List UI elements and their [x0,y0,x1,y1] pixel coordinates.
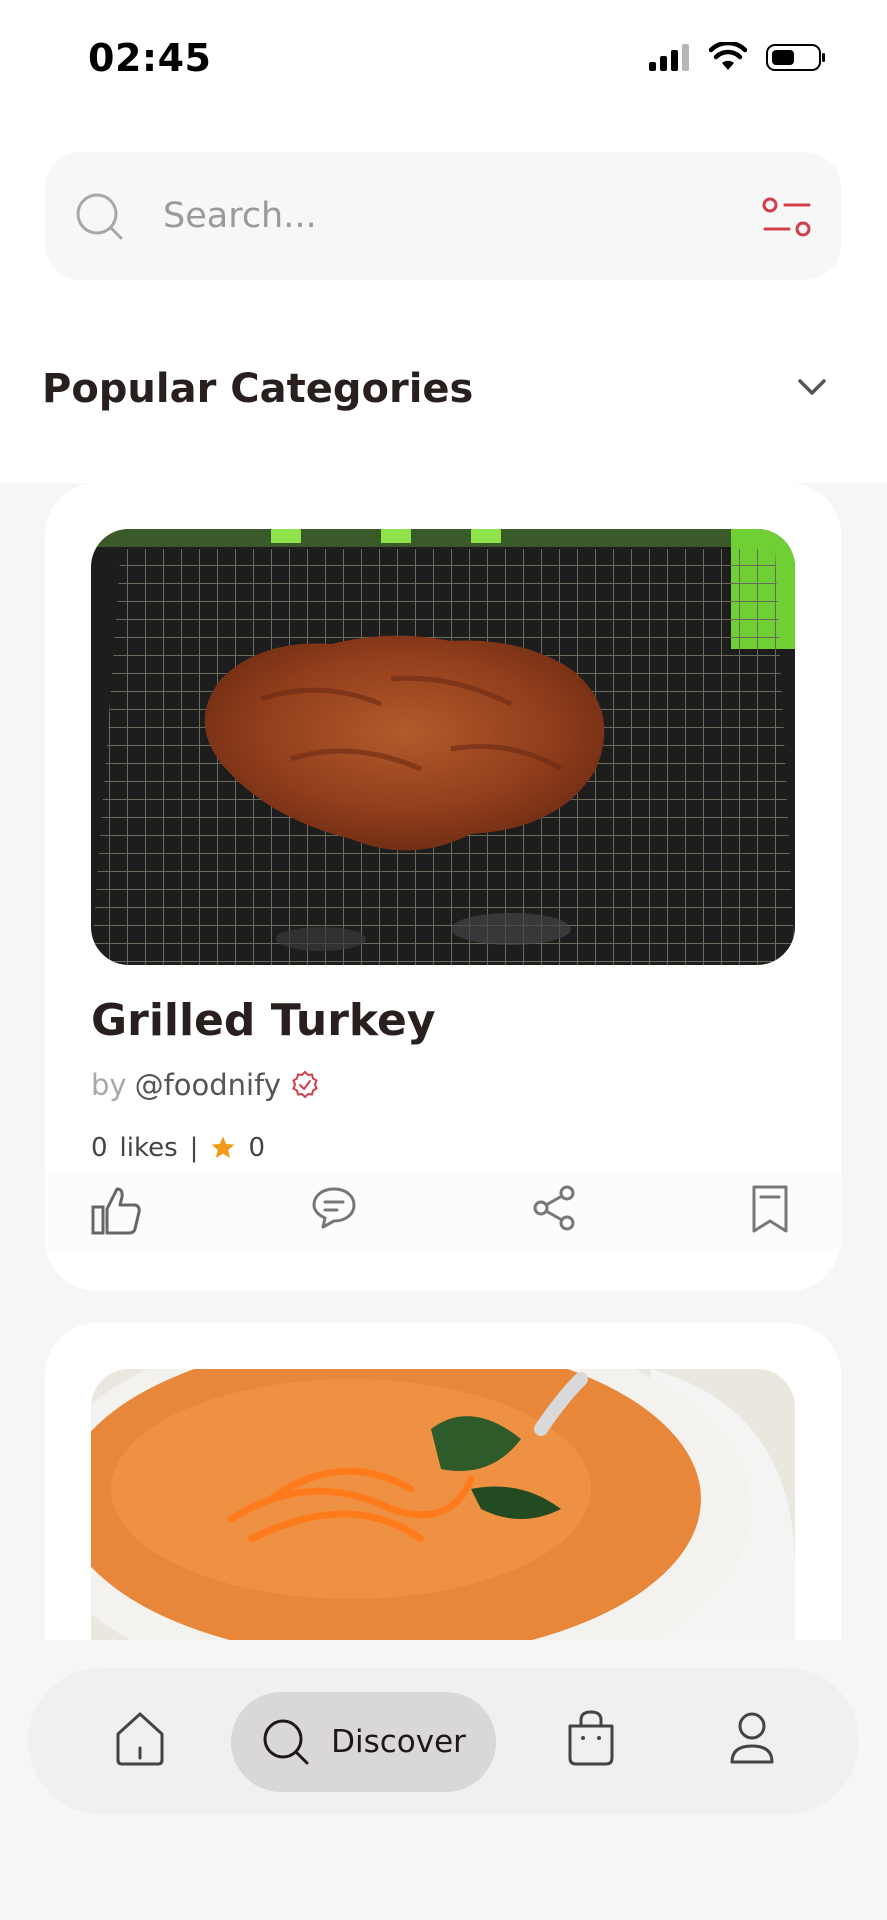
wifi-icon [709,42,747,70]
grilled-turkey-photo[interactable] [91,529,795,965]
rating-value: 0 [248,1133,265,1163]
recipe-card[interactable] [45,1323,841,1640]
search-input[interactable]: Search... [163,196,317,236]
like-icon[interactable] [89,1183,145,1239]
author-handle[interactable]: @foodnify [135,1068,281,1102]
search-icon [76,193,123,240]
by-label: by [91,1068,127,1102]
carrot-soup-photo[interactable] [91,1369,795,1640]
likes-label: likes [119,1133,178,1163]
status-time: 02:45 [88,36,212,80]
profile-icon[interactable] [728,1708,776,1768]
stats-row: 0 likes | 0 [91,1133,265,1163]
shopping-bag-icon[interactable] [565,1708,617,1768]
status-icons [647,42,827,72]
recipe-card[interactable]: Grilled Turkey by @foodnify 0 likes | 0 [45,483,841,1291]
cellular-signal-icon [649,44,689,71]
action-row [45,1173,841,1251]
search-bar[interactable]: Search... [45,152,841,280]
filter-sliders-icon[interactable] [761,196,813,240]
star-icon [211,1136,235,1158]
verified-badge-icon [292,1070,318,1099]
likes-count: 0 [91,1133,108,1163]
author-row: by @foodnify [91,1068,321,1102]
section-title: Popular Categories [42,366,474,412]
nav-discover-tab[interactable]: Discover [231,1692,496,1792]
bottom-area: Discover [0,1640,887,1920]
comment-icon[interactable] [309,1183,359,1233]
battery-icon [766,44,825,71]
home-icon[interactable] [112,1708,168,1768]
section-header: Popular Categories [0,350,887,430]
recipe-title[interactable]: Grilled Turkey [91,995,436,1046]
recipe-feed[interactable]: Grilled Turkey by @foodnify 0 likes | 0 [0,483,887,1640]
chevron-down-icon[interactable] [797,376,827,398]
bookmark-icon[interactable] [749,1183,791,1235]
search-icon [263,1719,309,1765]
stats-separator: | [189,1133,199,1163]
bottom-nav: Discover [28,1668,859,1814]
nav-discover-label: Discover [331,1724,466,1760]
status-bar: 02:45 [0,0,887,110]
share-icon[interactable] [529,1183,579,1233]
